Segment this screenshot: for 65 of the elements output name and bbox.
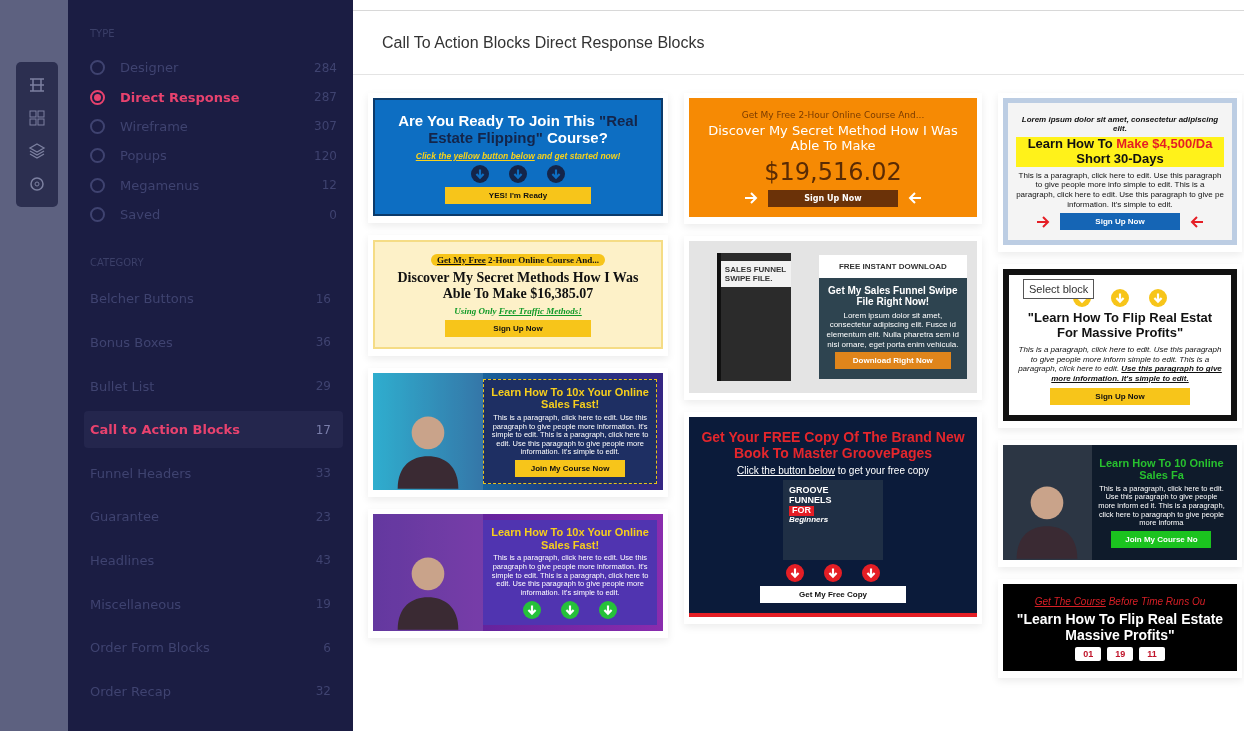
subheadline: Click the button below to get your free copy	[737, 465, 929, 477]
cta-button: YES! I'm Ready	[445, 186, 591, 204]
headline: Discover My Secret Methods How I Was Able To Make $16,385.07	[396, 269, 640, 302]
headline: "Learn How To Flip Real Estat For Massive Profits"	[1026, 311, 1214, 342]
paragraph: Lorem ipsum dolor sit amet, consectetur adipiscing elit. Fusce id elementum elit. Nulla pharetra sem id nisi ornare, eget porta enim vehicula.	[825, 310, 961, 350]
headline: Learn How To 10x Your Online Sales Fast!	[490, 385, 650, 411]
block-card[interactable]: Get The Course Before Time Runs Ou "Learn How To Flip Real Estate Massive Profits" 01 19 11	[998, 578, 1242, 679]
countdown-digit: 19	[1107, 647, 1134, 662]
cta-button: Sign Up Now	[1050, 387, 1190, 405]
cta-button: Join My Course Now	[515, 460, 626, 478]
cta-button: Join My Course No	[1111, 530, 1212, 548]
radio-button[interactable]	[90, 118, 105, 134]
layers-icon[interactable]	[28, 142, 46, 161]
kicker-text: Get My Free 2-Hour Online Course And...	[741, 110, 925, 120]
cover-text: FOR	[789, 506, 814, 517]
headline: Learn How To 10 Online Sales Fa	[1098, 456, 1225, 482]
cta-button: Download Right Now	[834, 352, 951, 370]
grid-icon[interactable]	[28, 108, 46, 127]
headline: Discover My Secret Method How I Was Able To Make	[707, 124, 959, 154]
cover-text: Beginners	[789, 516, 829, 525]
kicker-text: Get The Course Before Time Runs Ou	[1034, 595, 1206, 607]
right-arrow-icon	[1036, 215, 1050, 228]
category-label: Call to Action Blocks	[90, 422, 241, 438]
book-title: SALES FUNNEL SWIPE FILE.	[720, 261, 791, 288]
subheadline: Click the yellow button below and get started now!	[415, 150, 621, 161]
radio-button[interactable]	[90, 148, 105, 164]
block-card[interactable]: Get My Free 2-Hour Online Course And... Discover My Secret Method How I Was Able To Make $19,516.02 Sign Up Now	[684, 93, 982, 224]
headline: Get Your FREE Copy Of The Brand New Book To Master GroovePages	[700, 429, 966, 462]
cta-button: Get My Free Copy	[760, 586, 906, 604]
cta-button: Sign Up Now	[1060, 213, 1180, 231]
page-title: Call To Action Blocks Direct Response Blocks	[382, 33, 705, 52]
cta-button: Sign Up Now	[445, 319, 591, 337]
panel-header: FREE INSTANT DOWNLOAD	[818, 254, 967, 278]
cta-button: Sign Up Now	[768, 189, 898, 207]
headline: "Learn How To Flip Real Estate Massive Profits"	[1015, 610, 1225, 644]
kicker-text: Lorem ipsum dolor sit amet, consectetur adipiscing elit.	[1020, 115, 1220, 133]
left-arrow-icon	[1190, 215, 1204, 228]
headline: Learn How To 10x Your Online Sales Fast!	[490, 526, 650, 552]
headline: Learn How To Make $4,500/Da Short 30-Days	[1016, 137, 1224, 167]
block-card[interactable]: Get My Free 2-Hour Online Course And... Discover My Secret Methods How I Was Able To Make $16,385.07 Using Only Free Traffic Methods! Sign Up Now	[368, 234, 668, 356]
paragraph: This is a paragraph, click here to edit. Use this paragraph to give people more inform simple to edit. This is a paragraph, click here to edit. Use this paragraph to give more information. It's simple to edit.	[1017, 345, 1223, 384]
layout-icon[interactable]	[28, 75, 46, 94]
cover-text: FUNNELS	[789, 496, 832, 507]
radio-button[interactable]	[90, 177, 105, 193]
cover-text: GROOVE	[789, 486, 829, 497]
left-arrow-icon	[908, 192, 922, 205]
kicker-text: Get My Free 2-Hour Online Course And...	[431, 253, 605, 266]
countdown-digit: 01	[1075, 647, 1102, 662]
headline: Are You Ready To Join This "Real Estate Flipping" Course?	[397, 112, 639, 147]
tooltip: Select block	[1023, 279, 1095, 300]
radio-button[interactable]	[90, 60, 105, 76]
block-card[interactable]: Are You Ready To Join This "Real Estate Flipping" Course? Click the yellow button below and get started now! YES! I'm Ready	[368, 93, 668, 223]
subheadline: Using Only Free Traffic Methods!	[454, 305, 582, 316]
countdown-digit: 11	[1139, 647, 1165, 662]
type-label: Direct Response	[120, 89, 241, 105]
category-count: 17	[314, 422, 331, 437]
price-text: $19,516.02	[764, 157, 902, 186]
paragraph: This is a paragraph, click here to edit. Use this paragraph to give people more info simple to edit. This is a paragraph, click here to edit. Use this paragraph to give pe information. It's simple to edit.	[1016, 170, 1224, 210]
category-item[interactable]: Call to Action Blocks 17	[84, 411, 343, 449]
radio-button[interactable]	[90, 89, 105, 105]
block-card[interactable]: Get Your FREE Copy Of The Brand New Book To Master GroovePages Click the button below to get your free copy GROOVE FUNNELS FOR Beginners Get My Free Copy	[684, 412, 982, 625]
settings-icon[interactable]	[28, 175, 46, 194]
radio-button[interactable]	[90, 207, 105, 223]
headline: Get My Sales Funnel Swipe File Right Now!	[827, 284, 959, 308]
right-arrow-icon	[744, 192, 758, 205]
